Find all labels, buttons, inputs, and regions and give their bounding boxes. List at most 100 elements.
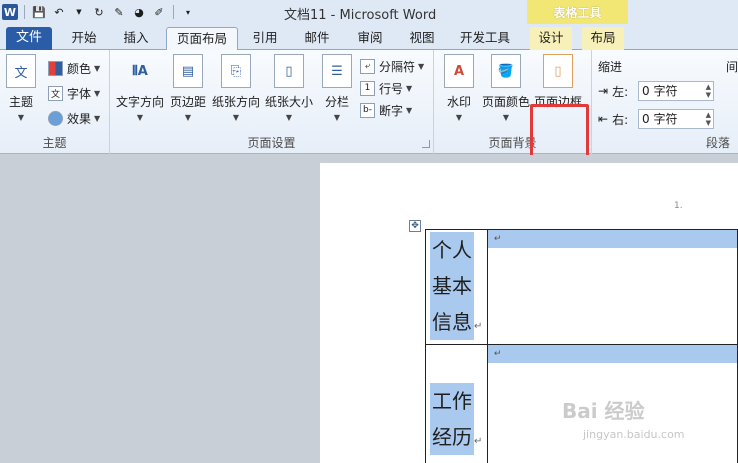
breaks-icon: ⤶ <box>360 58 375 74</box>
page-color-label: 页面颜色 <box>482 95 531 109</box>
label-line: 基本 <box>430 268 474 304</box>
size-label: 纸张大小 <box>265 95 314 109</box>
theme-effects-button[interactable]: 效果 ▼ <box>48 108 100 128</box>
tab-design[interactable]: 设计 <box>530 27 572 50</box>
resume-table: 个人 基本 信息 ↵ ↵ 工作 经历 ↵ ↵ <box>425 229 738 463</box>
dialog-launcher-icon[interactable] <box>422 140 430 148</box>
themes-button[interactable]: 文 主题 ▼ <box>6 54 36 122</box>
ruler-mark: 1. <box>674 201 683 211</box>
spacing-title: 间 <box>726 60 738 74</box>
breaks-button[interactable]: ⤶ 分隔符 ▼ <box>360 56 424 76</box>
size-button[interactable]: ▯ 纸张大小 ▼ <box>265 54 313 122</box>
redo-icon[interactable]: ↻ <box>91 4 107 20</box>
palette-icon <box>48 60 63 76</box>
tab-mailings[interactable]: 邮件 <box>298 27 336 50</box>
title-bar: W 💾 ↶ ▼ ↻ ✎ ◕ ✐ ▾ 文档11 - Microsoft Word … <box>0 0 738 24</box>
watermark-label: 水印 <box>446 95 471 109</box>
page-borders-button[interactable]: ▯ 页面边框 <box>534 54 582 110</box>
line-numbers-button[interactable]: 1 行号 ▼ <box>360 78 412 98</box>
paragraph-mark: ↵ <box>493 234 502 244</box>
text-direction-button[interactable]: ⫴A 文字方向 ▼ <box>116 54 165 123</box>
line-numbers-icon: 1 <box>360 80 375 96</box>
separator <box>173 5 174 19</box>
chevron-down-icon: ▼ <box>406 105 413 115</box>
spinner-arrows-icon[interactable]: ▲ ▼ <box>706 111 711 127</box>
page-setup-group: ⫴A 文字方向 ▼ ▤ 页边距 ▼ ⎘ 纸张方向 ▼ ▯ 纸张大小 ▼ ☰ 分栏… <box>110 50 434 154</box>
tab-review[interactable]: 审阅 <box>350 27 390 50</box>
font-icon: 文 <box>48 85 63 101</box>
indent-left-spinner[interactable]: 0 字符 ▲ ▼ <box>638 81 714 101</box>
watermark-text: Bai 经验 <box>562 399 645 423</box>
quick-access-toolbar: W 💾 ↶ ▼ ↻ ✎ ◕ ✐ ▾ <box>2 2 196 22</box>
label-line: 个人 <box>430 232 474 268</box>
chevron-down-icon: ▼ <box>455 113 463 122</box>
ribbon-tabs: 文件 开始 插入 页面布局 引用 邮件 审阅 视图 开发工具 设计 布局 <box>0 24 738 51</box>
theme-fonts-label: 字体 <box>67 86 92 101</box>
paragraph-mark: ↵ <box>474 321 483 332</box>
customize-qat-icon[interactable]: ▾ <box>180 4 196 20</box>
tab-file[interactable]: 文件 <box>6 27 52 50</box>
tab-view[interactable]: 视图 <box>402 27 442 50</box>
chevron-down-icon: ▼ <box>285 113 293 122</box>
margins-button[interactable]: ▤ 页边距 ▼ <box>170 54 206 122</box>
page-color-button[interactable]: 🪣 页面颜色 ▼ <box>482 54 530 122</box>
word-app-icon[interactable]: W <box>2 4 18 20</box>
undo-icon[interactable]: ↶ <box>51 4 67 20</box>
indent-right-spinner[interactable]: 0 字符 ▲ ▼ <box>638 109 714 129</box>
indent-left-text: 左: <box>612 84 629 99</box>
orientation-icon: ⎘ <box>221 54 251 88</box>
effects-icon <box>48 110 63 126</box>
chevron-down-icon: ▼ <box>184 113 192 122</box>
spinner-arrows-icon[interactable]: ▲ ▼ <box>706 83 711 99</box>
columns-label: 分栏 <box>324 95 349 109</box>
table-data-cell[interactable]: ↵ <box>486 229 738 345</box>
chevron-down-icon: ▼ <box>406 83 413 93</box>
dropdown-icon[interactable]: ▼ <box>71 4 87 20</box>
paragraph-mark: ↵ <box>493 349 502 359</box>
themes-icon: 文 <box>6 54 36 88</box>
breaks-label: 分隔符 <box>379 59 416 74</box>
tab-page-layout[interactable]: 页面布局 <box>166 27 238 51</box>
chevron-down-icon: ▼ <box>333 113 341 122</box>
window-title: 文档11 - Microsoft Word <box>284 8 437 23</box>
orientation-label: 纸张方向 <box>212 95 261 109</box>
tab-insert[interactable]: 插入 <box>114 27 158 50</box>
indent-left-icon: ⇥ <box>598 84 609 98</box>
paragraph-group-label: 段落 <box>705 136 730 150</box>
table-move-handle-icon[interactable]: ✥ <box>409 220 421 232</box>
themes-label: 主题 <box>8 95 33 109</box>
table-label-cell[interactable]: 工作 经历 ↵ <box>425 344 488 463</box>
indent-left-label: ⇥ 左: <box>598 81 628 101</box>
tab-developer[interactable]: 开发工具 <box>454 27 516 50</box>
watermark-url: jingyan.baidu.com <box>583 428 685 441</box>
orientation-button[interactable]: ⎘ 纸张方向 ▼ <box>212 54 260 122</box>
chevron-down-icon: ▼ <box>17 113 25 122</box>
color-wheel-icon[interactable]: ◕ <box>131 4 147 20</box>
selected-cell-fill: ↵ <box>487 345 737 363</box>
theme-group: 文 主题 ▼ 颜色 ▼ 文 字体 ▼ 效果 ▼ 主题 <box>0 50 110 154</box>
watermark-button[interactable]: A 水印 ▼ <box>444 54 474 122</box>
theme-colors-button[interactable]: 颜色 ▼ <box>48 58 100 78</box>
label-line: 工作 <box>430 383 474 419</box>
tab-home[interactable]: 开始 <box>62 27 106 50</box>
save-icon[interactable]: 💾 <box>31 4 47 20</box>
table-tools-context: 表格工具 <box>527 0 628 24</box>
theme-fonts-button[interactable]: 文 字体 ▼ <box>48 83 100 103</box>
text-direction-icon: ⫴A <box>132 63 148 79</box>
tab-layout[interactable]: 布局 <box>582 27 624 50</box>
indent-left-value: 0 字符 <box>642 84 678 98</box>
label-line: 信息 <box>430 304 474 340</box>
chevron-down-icon: ▼ <box>94 88 101 98</box>
columns-icon: ☰ <box>322 54 352 88</box>
hyphenation-label: 断字 <box>379 103 404 118</box>
text-direction-label: 文字方向 <box>116 95 165 109</box>
columns-button[interactable]: ☰ 分栏 ▼ <box>322 54 352 122</box>
separator <box>24 5 25 19</box>
theme-effects-label: 效果 <box>67 111 92 126</box>
indent-right-value: 0 字符 <box>642 112 678 126</box>
tab-references[interactable]: 引用 <box>246 27 284 50</box>
format-painter-icon[interactable]: ✎ <box>111 4 127 20</box>
table-label-cell[interactable]: 个人 基本 信息 ↵ <box>425 229 488 345</box>
draw-icon[interactable]: ✐ <box>151 4 167 20</box>
hyphenation-button[interactable]: b- 断字 ▼ <box>360 100 412 120</box>
